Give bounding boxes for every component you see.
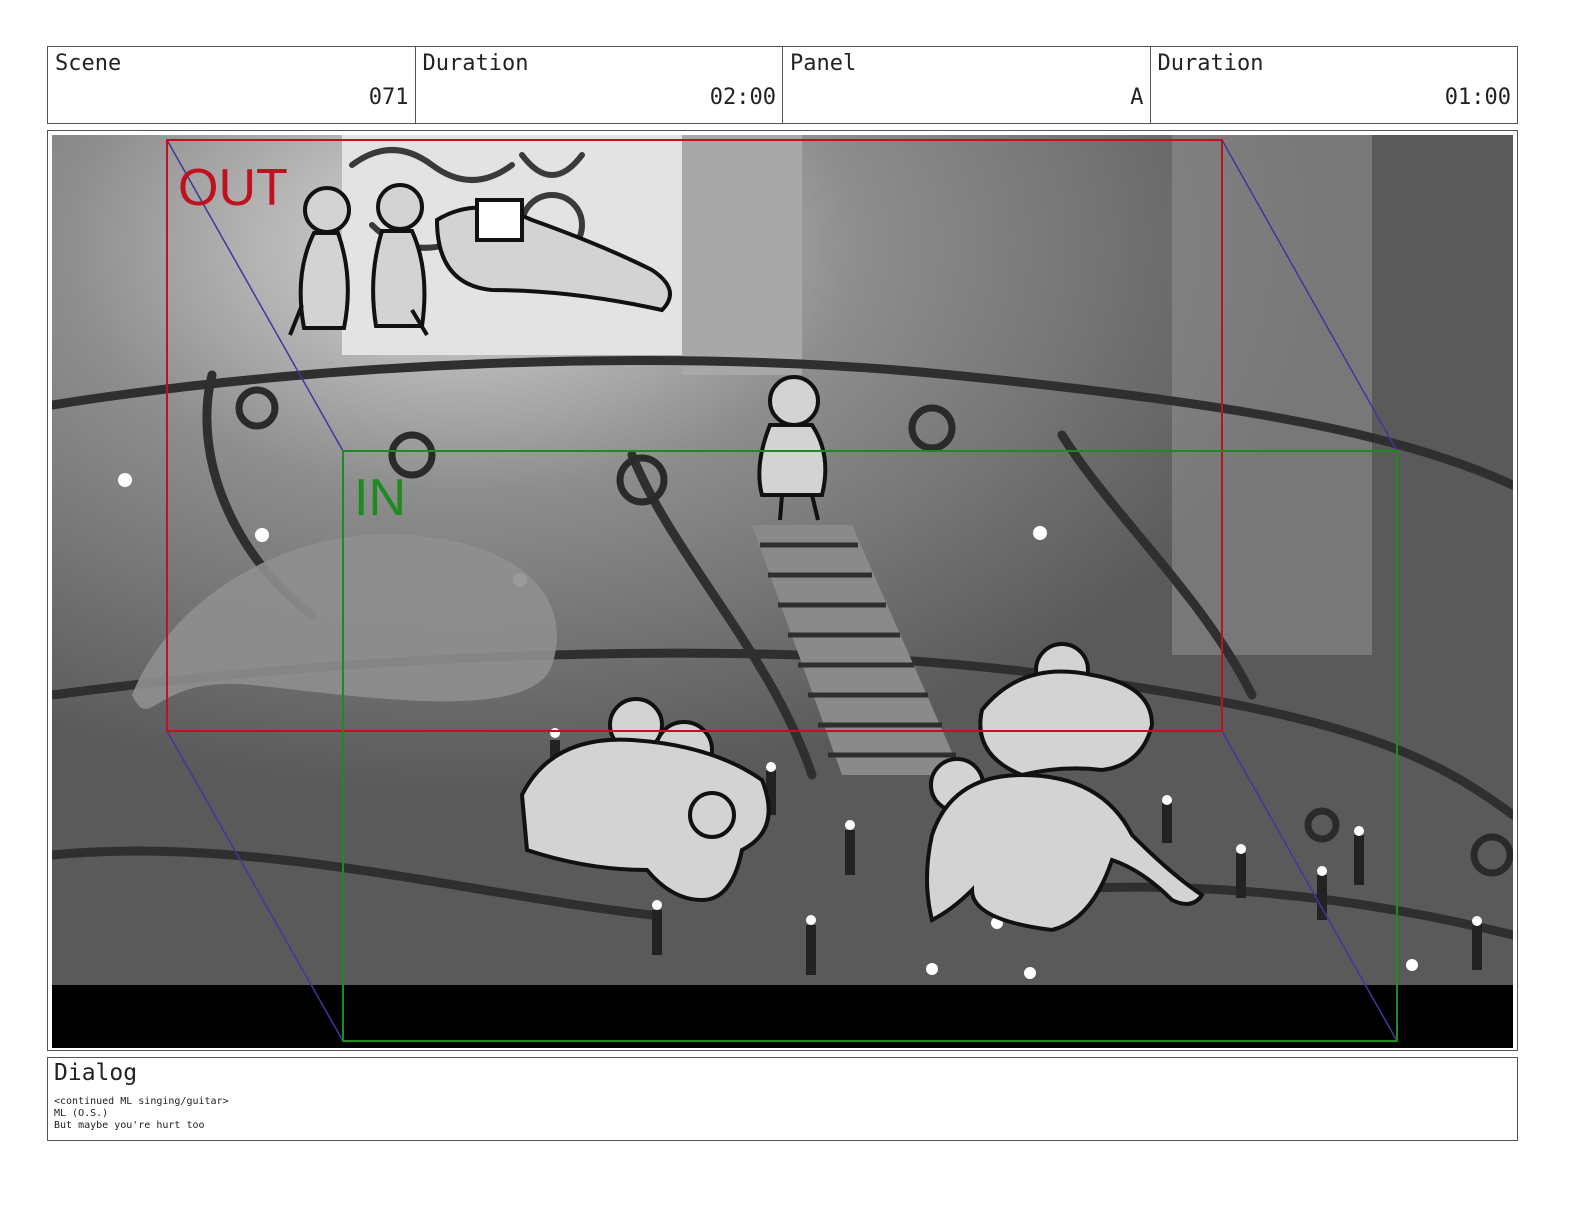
storyboard-panel[interactable]: OUT IN: [52, 135, 1513, 1048]
panel-label: Panel: [790, 51, 857, 76]
panel-cell: Panel A: [783, 47, 1151, 123]
scene-number[interactable]: 071: [369, 85, 409, 110]
panel-artwork: OUT IN: [52, 135, 1513, 1048]
letterbox-bar: [52, 985, 1513, 1048]
out-label: OUT: [178, 159, 288, 217]
dialog-line: But maybe you're hurt too: [54, 1120, 205, 1131]
scene-duration-cell: Duration 02:00: [416, 47, 783, 123]
scene-duration-value[interactable]: 02:00: [710, 85, 776, 110]
scene-label: Scene: [55, 51, 122, 76]
scene-cell: Scene 071: [48, 47, 416, 123]
dialog-line: ML (O.S.): [54, 1108, 109, 1119]
in-label: IN: [354, 469, 406, 527]
dialog-text[interactable]: <continued ML singing/guitar> ML (O.S.) …: [54, 1096, 229, 1132]
scene-duration-label: Duration: [422, 51, 529, 76]
panel-duration-label: Duration: [1157, 51, 1264, 76]
panel-duration-value[interactable]: 01:00: [1445, 85, 1511, 110]
panel-duration-cell: Duration 01:00: [1151, 47, 1518, 123]
dialog-line: <continued ML singing/guitar>: [54, 1096, 229, 1107]
header-bar: Scene 071 Duration 02:00 Panel A Duratio…: [47, 46, 1518, 124]
light-beam-right: [1172, 135, 1372, 655]
dialog-label: Dialog: [54, 1060, 138, 1086]
dialog-box[interactable]: Dialog <continued ML singing/guitar> ML …: [47, 1057, 1518, 1141]
panel-id[interactable]: A: [1130, 85, 1143, 110]
